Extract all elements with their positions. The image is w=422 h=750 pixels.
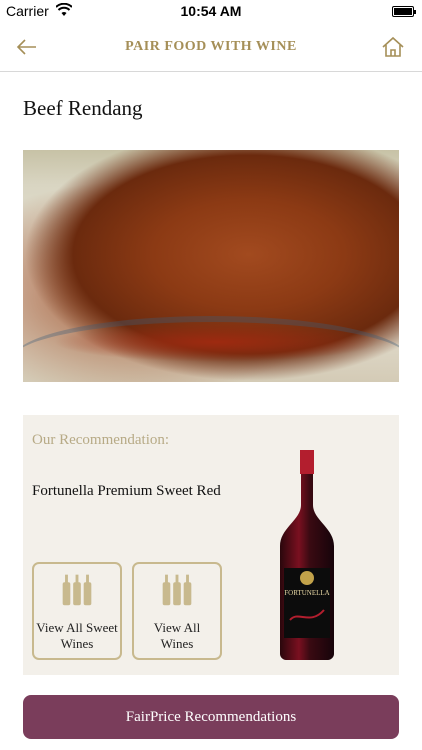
wine-bottles-icon — [62, 574, 92, 606]
fairprice-recommendations-button[interactable]: FairPrice Recommendations — [23, 695, 399, 739]
status-bar: Carrier 10:54 AM — [0, 0, 422, 24]
battery-icon — [392, 6, 416, 17]
wine-bottles-icon — [162, 574, 192, 606]
home-icon[interactable] — [380, 34, 406, 60]
recommendation-label: Our Recommendation: — [32, 432, 170, 448]
wine-name: Fortunella Premium Sweet Red — [32, 483, 221, 499]
button-label: View All Wines — [153, 620, 201, 651]
view-all-sweet-wines-button[interactable]: View All Sweet Wines — [32, 562, 122, 660]
bottle-label-text: FORTUNELLA — [284, 589, 329, 597]
view-all-wines-button[interactable]: View All Wines — [132, 562, 222, 660]
page-title: PAIR FOOD WITH WINE — [125, 39, 297, 54]
button-label: View All Sweet Wines — [36, 620, 118, 651]
navigation-bar: PAIR FOOD WITH WINE — [0, 24, 422, 72]
status-time: 10:54 AM — [180, 3, 242, 19]
recommendation-card: Our Recommendation: Fortunella Premium S… — [23, 415, 399, 675]
wine-bottle-image: FORTUNELLA — [280, 450, 334, 660]
plate-rim — [23, 316, 399, 382]
dish-title: Beef Rendang — [23, 96, 143, 120]
dish-photo — [23, 150, 399, 382]
